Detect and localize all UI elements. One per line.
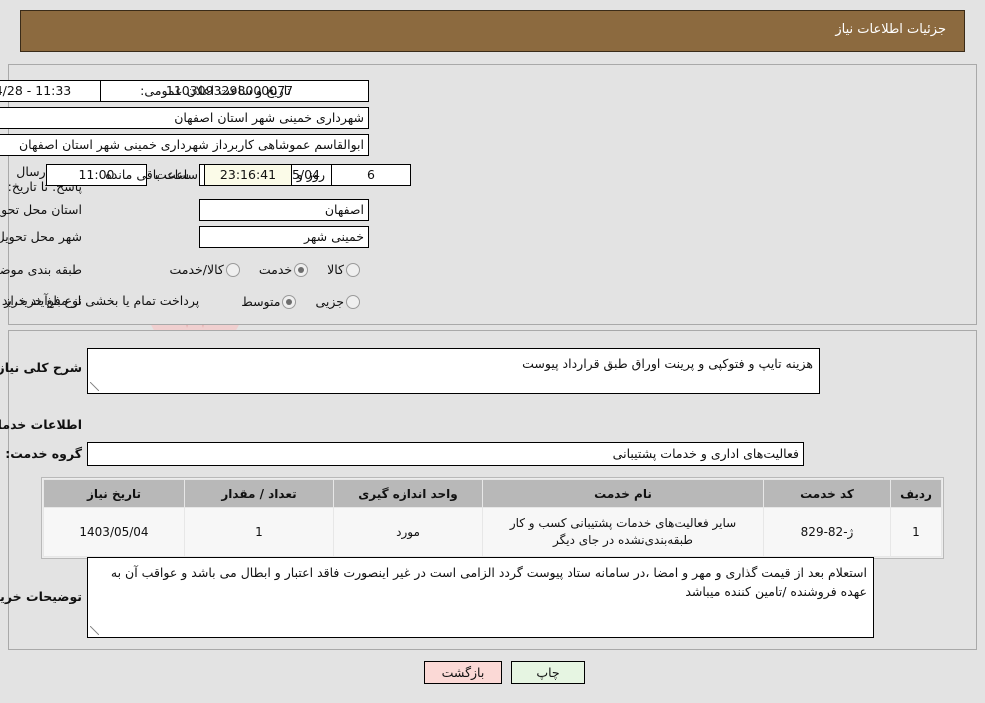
th-need-date: تاریخ نیاز: [43, 479, 185, 508]
category-radio-option-label: خدمت: [258, 262, 293, 277]
city-label: شهر محل تحویل:: [0, 229, 82, 244]
cell-row-number: 1: [890, 507, 942, 557]
category-radio-option-label: کالا/خدمت: [169, 262, 224, 277]
cell-quantity: 1: [184, 507, 334, 557]
th-row-number: ردیف: [890, 479, 942, 508]
description-label: شرح کلی نیاز:: [0, 360, 82, 375]
category-radio-option-2[interactable]: کالا/خدمت: [169, 259, 244, 278]
category-radio-option-1[interactable]: خدمت: [259, 259, 313, 278]
purchase-radio-option-label: متوسط: [241, 294, 281, 309]
print-button[interactable]: چاپ: [511, 661, 585, 684]
province-label: استان محل تحویل:: [0, 202, 82, 217]
buyer-notes-textarea[interactable]: استعلام بعد از قیمت گذاری و مهر و امضا ،…: [87, 557, 874, 638]
page-title: جزئیات اطلاعات نیاز: [835, 22, 946, 37]
back-button[interactable]: بازگشت: [424, 661, 502, 684]
province-value: اصفهان: [199, 199, 369, 221]
th-quantity: تعداد / مقدار: [184, 479, 334, 508]
cell-need-date: 1403/05/04: [43, 507, 185, 557]
radio-icon[interactable]: [346, 262, 360, 277]
radio-icon[interactable]: [225, 262, 240, 277]
th-unit: واحد اندازه گیری: [333, 479, 483, 508]
category-radio-group[interactable]: کالا خدمت کالا/خدمت: [155, 258, 365, 278]
category-radio-option-0[interactable]: کالا: [327, 259, 365, 278]
city-value: خمینی شهر: [199, 226, 369, 248]
page-header-bar: جزئیات اطلاعات نیاز: [20, 10, 965, 52]
need-details-page: AriaTender.net جزئیات اطلاعات نیاز شماره…: [0, 0, 985, 703]
cell-service-name: سایر فعالیت‌های خدمات پشتیبانی کسب و کار…: [482, 507, 764, 557]
announce-datetime-label: تاریخ و ساعت اعلان عمومی:: [140, 83, 291, 98]
days-label: روز و: [296, 167, 325, 182]
radio-icon[interactable]: [346, 294, 360, 309]
purchase-type-radio-group[interactable]: جزیی متوسط پرداخت تمام یا بخشی از مبلغ خری…: [0, 290, 365, 310]
table-header-row: ردیف کد خدمت نام خدمت واحد اندازه گیری ت…: [43, 479, 942, 508]
radio-icon[interactable]: [282, 294, 297, 309]
countdown-suffix-label: ساعت باقی مانده: [105, 167, 198, 182]
th-service-code: کد خدمت: [763, 479, 891, 508]
announce-datetime-value: 1403/04/28 - 11:33: [0, 80, 101, 102]
countdown-timer: 23:16:41: [204, 164, 292, 186]
description-textarea[interactable]: هزینه تایپ و فتوکپی و پرینت اوراق طبق قر…: [87, 348, 820, 394]
service-group-value: فعالیت‌های اداری و خدمات پشتیبانی: [87, 442, 804, 466]
services-table-wrapper: ردیف کد خدمت نام خدمت واحد اندازه گیری ت…: [41, 477, 944, 559]
table-row: 1 ژ-82-829 سایر فعالیت‌های خدمات پشتیبان…: [43, 507, 942, 557]
buyer-notes-label: توضیحات خریدار:: [0, 589, 82, 604]
purchase-radio-option-0[interactable]: جزیی: [315, 291, 365, 310]
services-section-title: اطلاعات خدمات مورد نیاز: [0, 417, 82, 432]
radio-icon[interactable]: [294, 262, 309, 277]
services-table: ردیف کد خدمت نام خدمت واحد اندازه گیری ت…: [43, 479, 942, 557]
requester-value: ابوالقاسم عموشاهی کاربرداز شهرداری خمینی…: [0, 134, 369, 156]
days-remaining-value: 6: [331, 164, 411, 186]
service-group-label: گروه خدمت:: [5, 446, 82, 461]
category-label: طبقه بندی موضوعی:: [0, 262, 82, 277]
need-info-panel: [8, 64, 977, 325]
purchase-note: پرداخت تمام یا بخشی از مبلغ خرید،از محل …: [0, 293, 200, 308]
cell-unit: مورد: [333, 507, 483, 557]
category-radio-option-label: کالا: [327, 262, 344, 277]
purchase-radio-option-1[interactable]: متوسط: [241, 291, 301, 310]
buyer-org-value: شهرداری خمینی شهر استان اصفهان: [0, 107, 369, 129]
th-service-name: نام خدمت: [482, 479, 764, 508]
cell-service-code: ژ-82-829: [763, 507, 891, 557]
purchase-radio-option-label: جزیی: [315, 294, 344, 309]
